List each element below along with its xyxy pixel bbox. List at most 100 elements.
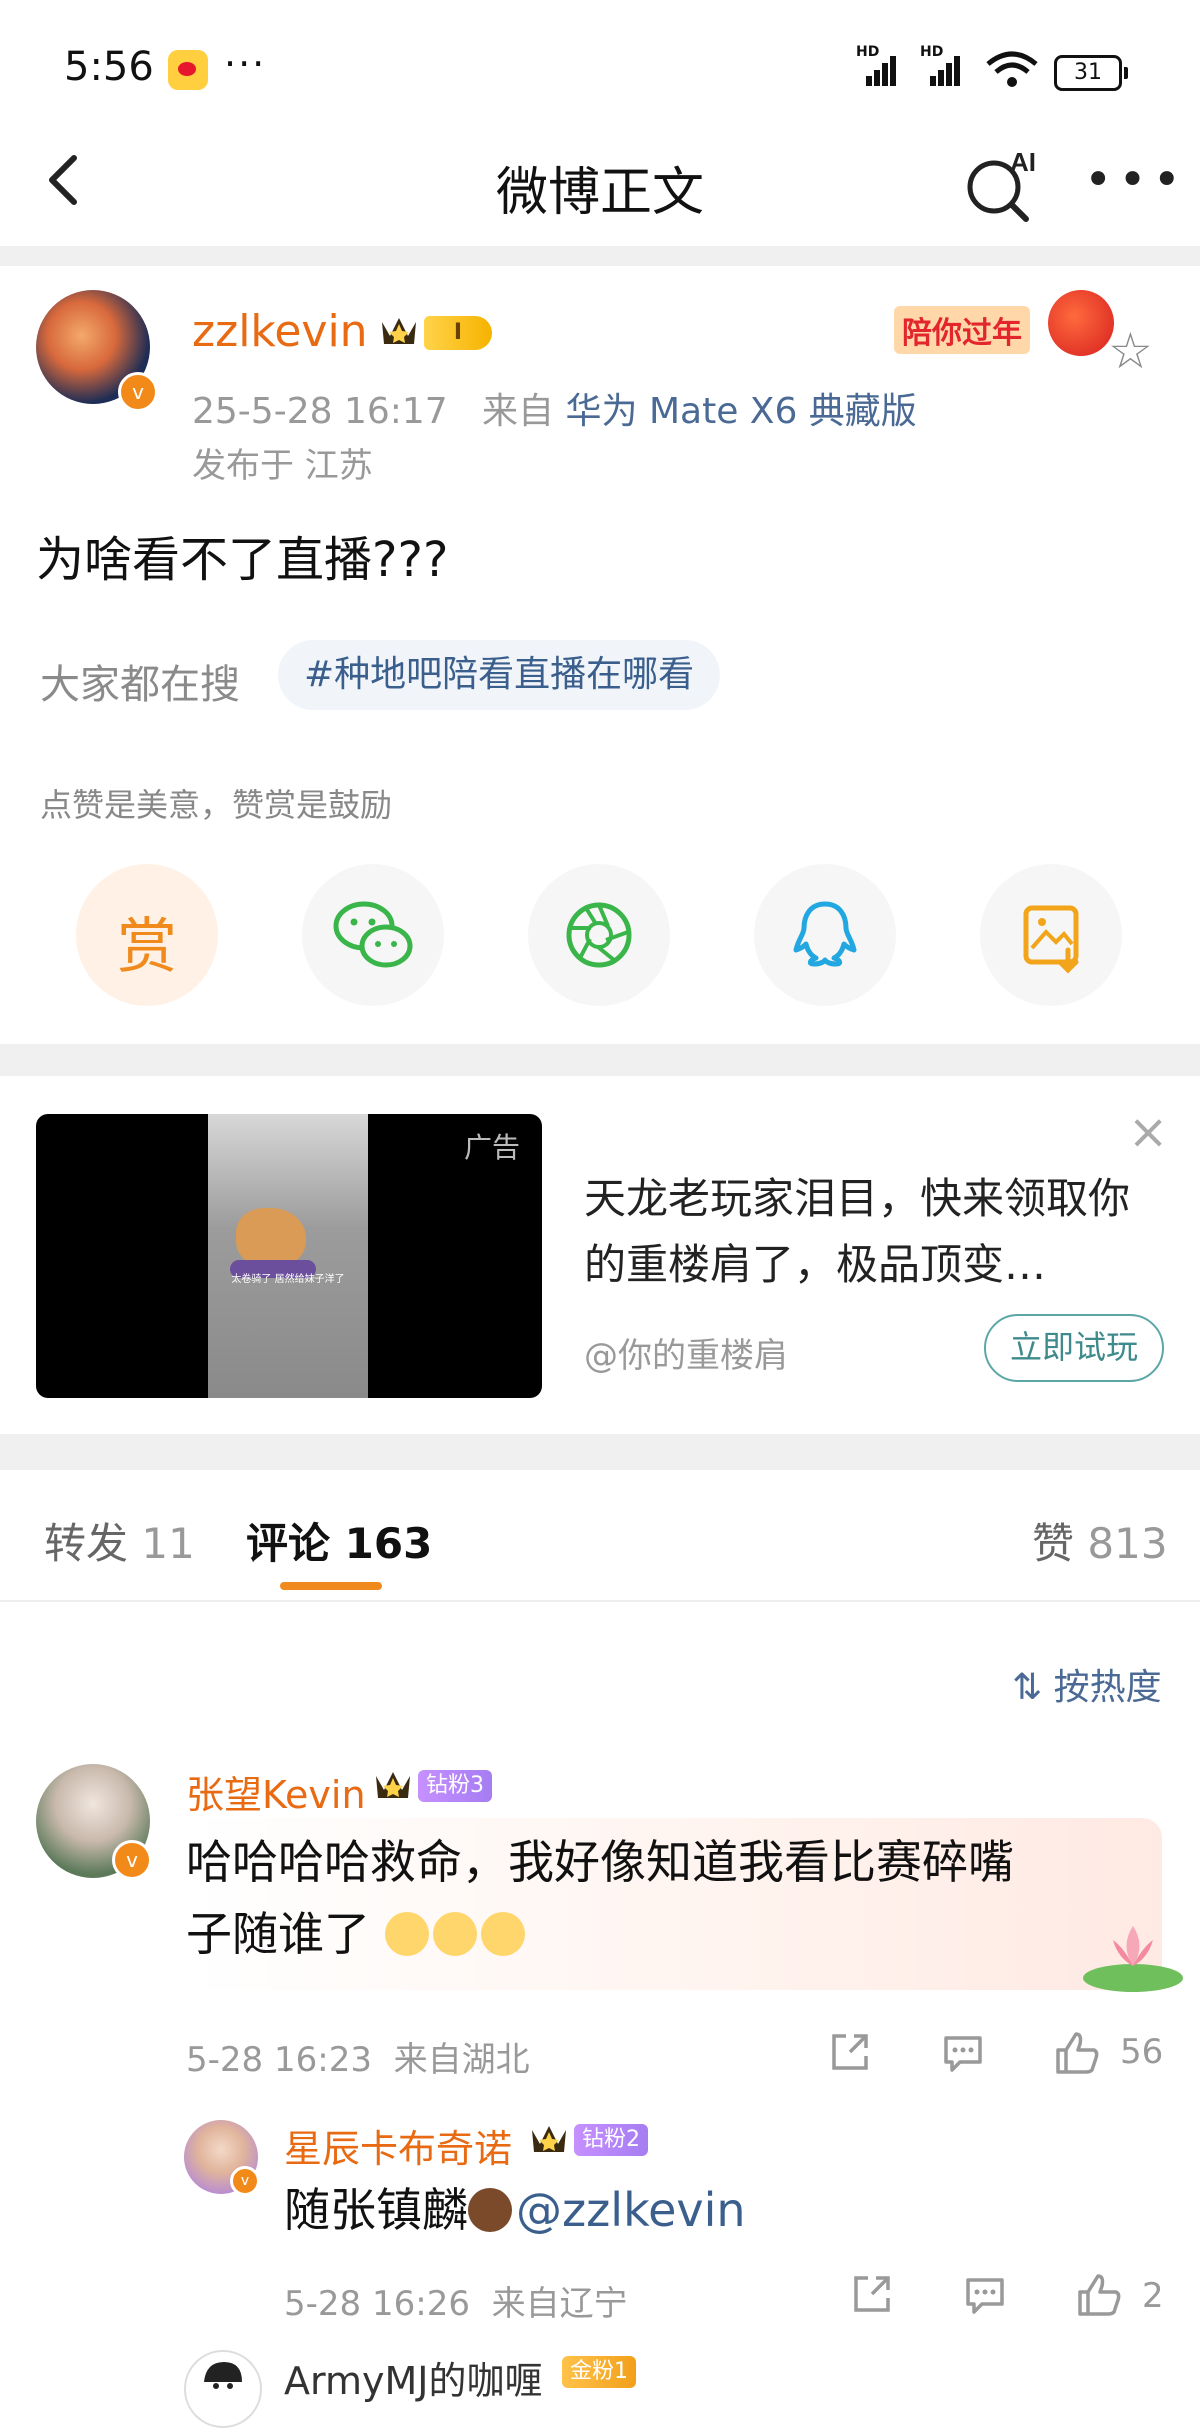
trending-label: 大家都在搜 (40, 662, 240, 708)
favorite-star-icon[interactable]: ☆ (1108, 322, 1153, 380)
comment-text-line: 子随谁了 (186, 1907, 370, 1961)
tab-comments[interactable]: 评论 163 (246, 1510, 432, 1571)
wifi-icon (986, 51, 1038, 87)
tab-comments-count: 163 (344, 1519, 433, 1568)
tab-likes-count: 813 (1087, 1519, 1168, 1568)
signal-icon-2: HD (920, 44, 964, 86)
svg-text:AI: AI (1010, 147, 1036, 177)
reply-like-count: 2 (1142, 2276, 1164, 2316)
commenter-name[interactable]: 张望Kevin (186, 1764, 366, 1819)
tab-repost[interactable]: 转发 11 (44, 1510, 195, 1571)
verified-badge-icon: v (112, 1840, 152, 1880)
doge-emoji-icon (432, 1912, 477, 1956)
lantern-icon (1048, 290, 1114, 356)
tabs-divider (0, 1600, 1200, 1602)
reply-text: 随张镇麟 @zzlkevin (284, 2174, 746, 2246)
verified-badge-icon: v (230, 2166, 260, 2196)
active-tab-underline (280, 1582, 382, 1590)
cartoon-avatar-icon (204, 2362, 242, 2389)
replier-avatar[interactable] (184, 2350, 262, 2428)
like-icon[interactable] (1074, 2270, 1124, 2320)
author-avatar[interactable]: v (36, 290, 158, 412)
comment-like-count: 56 (1120, 2032, 1164, 2072)
more-options-icon[interactable]: ••• (1084, 156, 1187, 204)
reward-hint: 点赞是美意，赞赏是鼓励 (40, 786, 393, 824)
doge-emoji-icon (384, 1912, 429, 1956)
sort-label: 按热度 (1053, 1667, 1162, 1708)
ad-video-thumbnail[interactable]: 太卷骑了 居然给妹子洋了 广告 (36, 1114, 542, 1398)
like-icon[interactable] (1052, 2028, 1102, 2078)
author-name[interactable]: zzlkevin (192, 306, 368, 357)
crown-icon (376, 1772, 410, 1798)
doge-emoji-icon (480, 1912, 525, 1956)
comment-time: 5-28 16:23 (186, 2040, 372, 2080)
comment-meta: 5-28 16:23 来自湖北 (186, 2032, 530, 2081)
reply-location: 来自辽宁 (491, 2284, 628, 2324)
ad-title[interactable]: 天龙老玩家泪目，快来领取你的重楼肩了，极品顶变… (584, 1166, 1144, 1298)
ad-video-caption: 太卷骑了 居然给妹子洋了 (231, 1274, 345, 1285)
battery-indicator: 31 (1054, 55, 1128, 91)
reply-meta: 5-28 16:26 来自辽宁 (284, 2276, 628, 2325)
reward-glyph: 赏 (117, 912, 177, 982)
new-year-banner[interactable]: 陪你过年 (888, 276, 1128, 366)
share-qq-button[interactable] (754, 864, 896, 1006)
section-divider (0, 246, 1200, 266)
status-time: 5:56 (64, 44, 154, 90)
section-divider (0, 1434, 1200, 1470)
replier-name[interactable]: ArmyMJ的咖喱 (284, 2350, 542, 2405)
mention-link[interactable]: @zzlkevin (516, 2183, 746, 2237)
share-icon[interactable] (848, 2272, 894, 2318)
share-wechat-button[interactable] (302, 864, 444, 1006)
crown-icon (382, 318, 416, 344)
ad-try-now-button[interactable]: 立即试玩 (984, 1314, 1164, 1382)
tab-repost-count: 11 (141, 1519, 195, 1568)
post-content: 为啥看不了直播??? (36, 532, 449, 588)
dog-image (236, 1208, 306, 1268)
tab-comments-label: 评论 (246, 1519, 331, 1568)
reply-text-body: 随张镇麟 (284, 2183, 468, 2237)
status-more-dots: ··· (224, 42, 267, 86)
fan-level-badge: 钻粉2 (574, 2124, 648, 2156)
reply-icon[interactable] (962, 2272, 1008, 2318)
commenter-avatar[interactable]: v (36, 1764, 152, 1880)
tab-likes-label: 赞 (1032, 1519, 1075, 1568)
reward-button[interactable]: 赏 (76, 864, 218, 1006)
share-moments-button[interactable] (528, 864, 670, 1006)
sort-by-hot-button[interactable]: ⇅ 按热度 (1012, 1658, 1162, 1710)
crown-icon (532, 2126, 566, 2152)
replier-name[interactable]: 星辰卡布奇诺 (284, 2118, 512, 2173)
tab-likes[interactable]: 赞 813 (1032, 1510, 1168, 1571)
weibo-notification-icon (168, 50, 208, 90)
moments-icon (566, 902, 632, 968)
post-meta: 25-5-28 16:17 来自 华为 Mate X6 典藏版 (192, 382, 917, 434)
comment-text: 哈哈哈哈救命，我好像知道我看比赛碎嘴 子随谁了 (186, 1826, 1014, 1970)
comment-text-line: 哈哈哈哈救命，我好像知道我看比赛碎嘴 (186, 1835, 1014, 1889)
ad-video-frame: 太卷骑了 居然给妹子洋了 (208, 1114, 368, 1398)
from-label: 来自 (482, 391, 555, 432)
verified-badge-icon: v (118, 372, 158, 412)
comment-location: 来自湖北 (393, 2040, 530, 2080)
fan-level-badge: 钻粉3 (418, 1770, 492, 1802)
lotus-decoration-icon (1083, 1926, 1183, 1992)
qq-icon (793, 901, 857, 967)
post-location: 发布于 江苏 (192, 446, 373, 486)
save-image-button[interactable] (980, 864, 1122, 1006)
signal-icon-1: HD (856, 44, 900, 86)
share-icon[interactable] (826, 2030, 872, 2076)
wechat-icon (333, 901, 413, 968)
ad-label: 广告 (463, 1131, 520, 1164)
save-image-icon (1023, 905, 1079, 974)
replier-avatar[interactable]: v (184, 2120, 260, 2196)
section-divider (0, 1044, 1200, 1076)
trending-topic-tag[interactable]: #种地吧陪看直播在哪看 (278, 640, 721, 710)
reply-time: 5-28 16:26 (284, 2284, 470, 2324)
ad-source[interactable]: @你的重楼肩 (584, 1328, 788, 1377)
ai-search-icon[interactable]: AI (960, 145, 1040, 225)
tab-repost-label: 转发 (44, 1519, 129, 1568)
post-date: 25-5-28 16:17 (192, 391, 448, 432)
ad-close-icon[interactable]: × (1128, 1104, 1168, 1160)
fan-level-badge: 金粉1 (562, 2356, 636, 2388)
post-source[interactable]: 华为 Mate X6 典藏版 (566, 391, 917, 432)
banner-text: 陪你过年 (894, 306, 1030, 354)
reply-icon[interactable] (940, 2030, 986, 2076)
